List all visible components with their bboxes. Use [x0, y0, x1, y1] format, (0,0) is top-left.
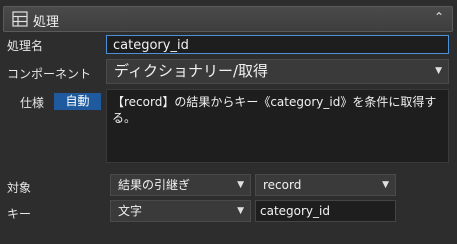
key-type-select[interactable]: 文字 ▼ [110, 200, 251, 222]
chevron-down-icon: ▼ [382, 180, 389, 190]
chevron-down-icon: ▼ [237, 206, 244, 216]
target-source-value: 結果の引継ぎ [118, 178, 191, 192]
panel-header[interactable]: 処理 ⌃ [3, 6, 453, 32]
process-panel: 処理 ⌃ 処理名 category_id コンポーネント ディクショナリー/取得… [0, 0, 457, 244]
target-value: record [263, 178, 302, 192]
component-select[interactable]: ディクショナリー/取得 ▼ [106, 59, 449, 84]
spec-label: 仕様 [20, 96, 45, 110]
name-label: 処理名 [7, 39, 44, 53]
target-label: 対象 [7, 181, 32, 195]
chevron-down-icon: ▼ [435, 66, 442, 76]
chevron-up-icon[interactable]: ⌃ [434, 10, 444, 24]
component-value: ディクショナリー/取得 [114, 62, 269, 80]
spec-mode-button[interactable]: 自動 [54, 93, 101, 110]
panel-title: 処理 [33, 15, 60, 30]
chevron-down-icon: ▼ [237, 180, 244, 190]
name-input[interactable]: category_id [106, 35, 449, 54]
target-value-select[interactable]: record ▼ [255, 174, 396, 196]
key-label: キー [7, 207, 32, 221]
target-source-select[interactable]: 結果の引継ぎ ▼ [110, 174, 251, 196]
spec-textarea[interactable]: 【record】の結果からキー《category_id》を条件に取得する。 [106, 89, 449, 163]
grid-icon [12, 11, 28, 27]
component-label: コンポーネント [7, 67, 92, 81]
key-value-input[interactable]: category_id [255, 200, 396, 222]
key-type-value: 文字 [118, 204, 143, 218]
